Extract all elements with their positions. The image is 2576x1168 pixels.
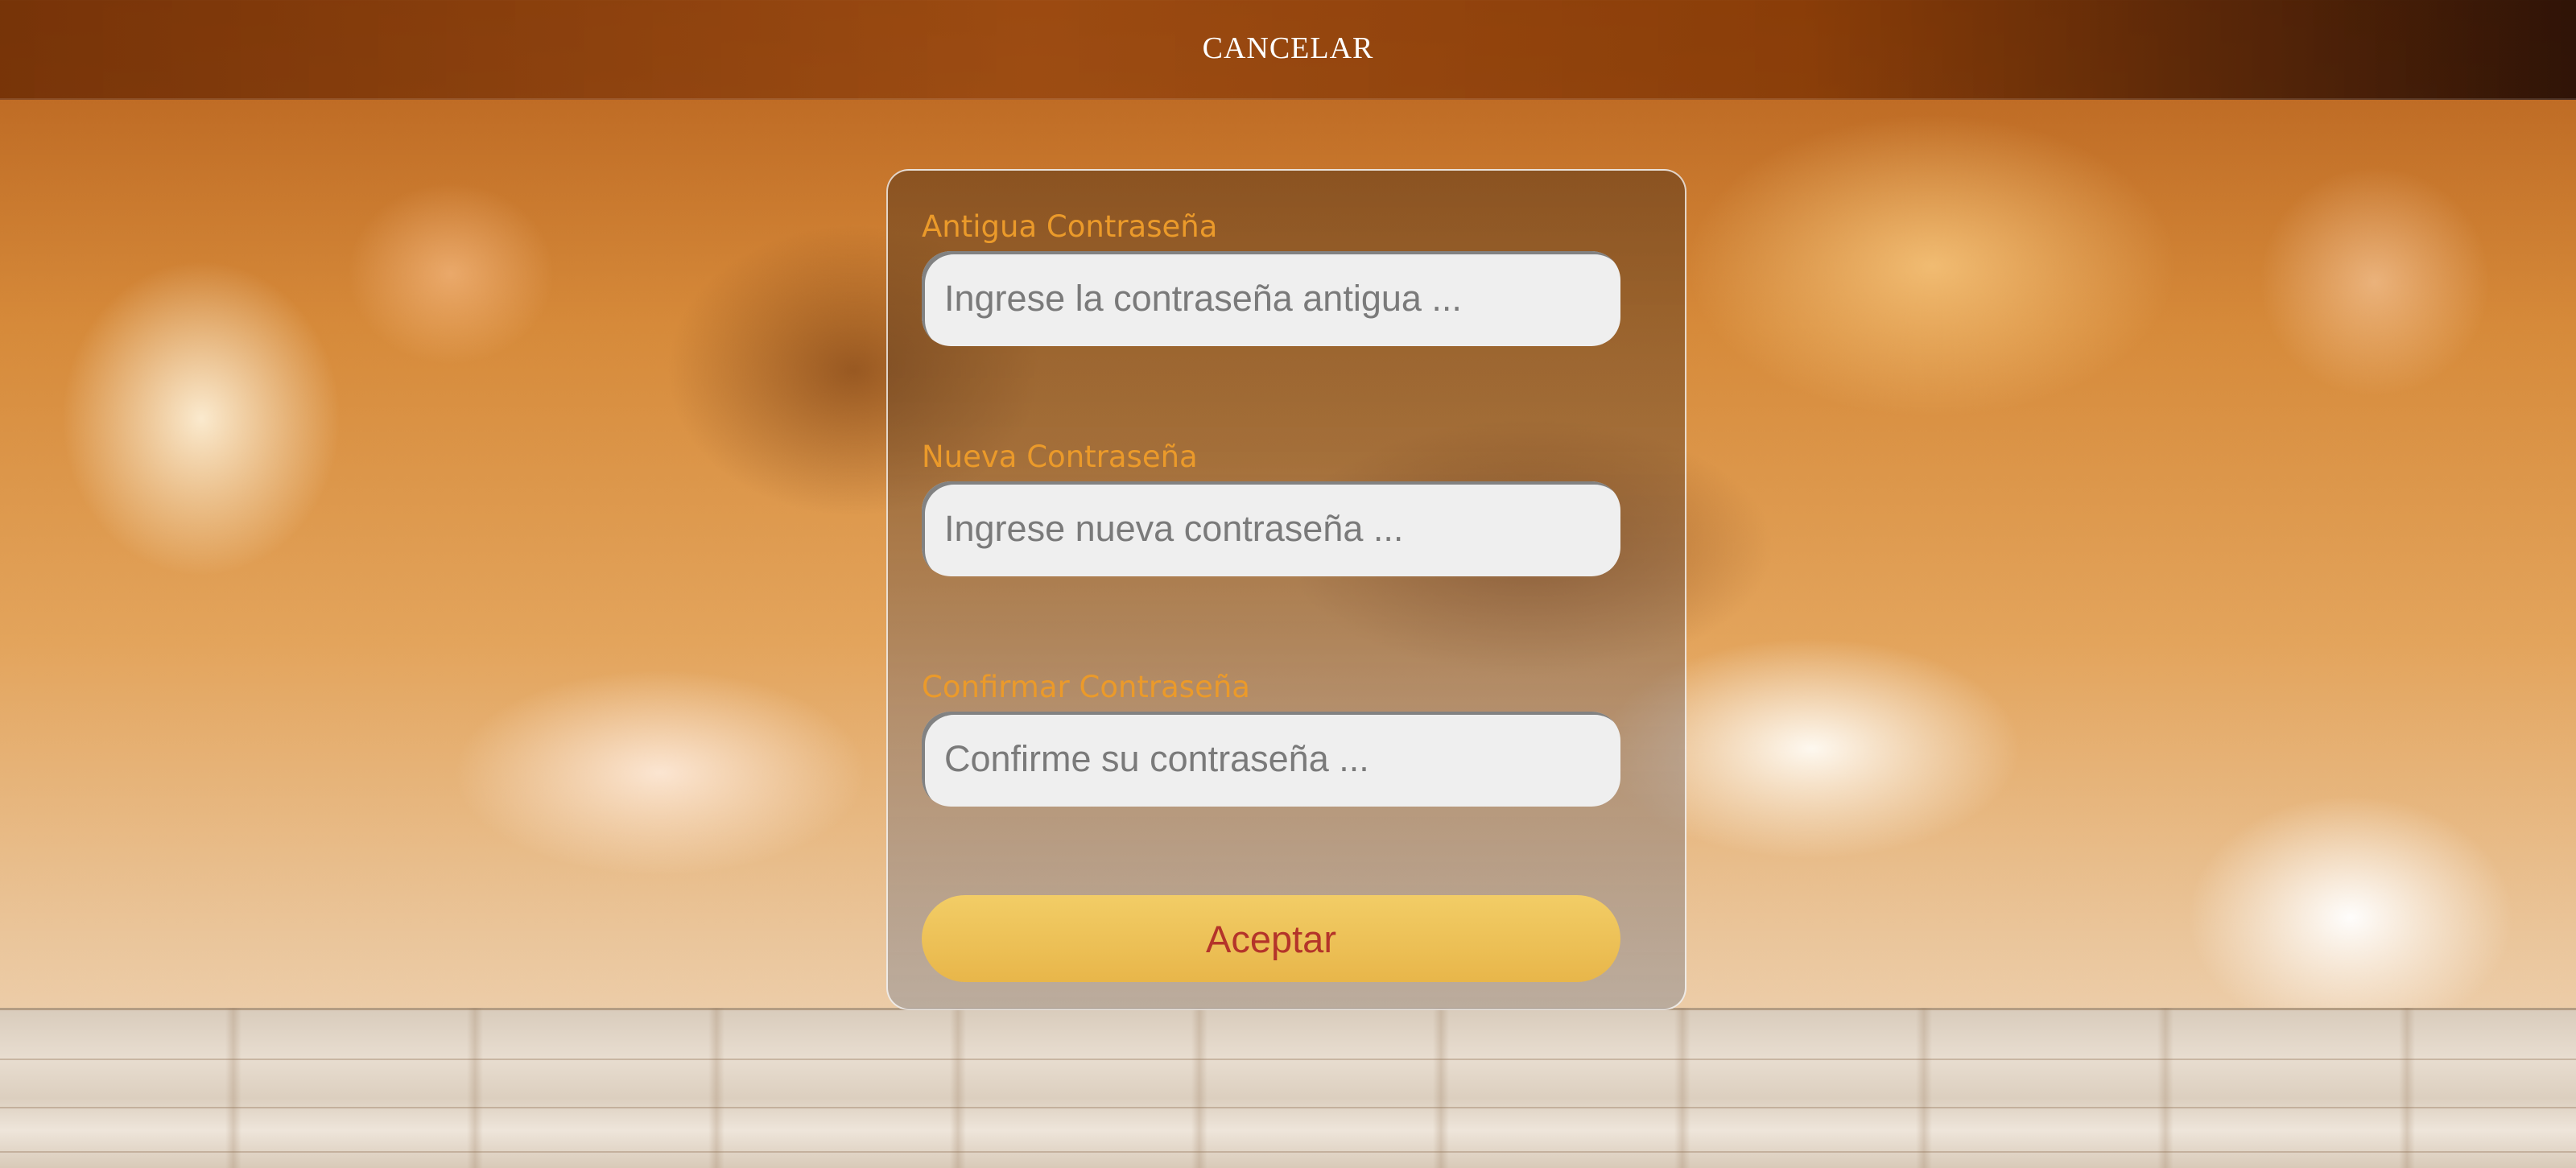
floor-plank-line	[0, 1059, 2576, 1060]
floor-plank-line	[0, 1151, 2576, 1153]
accept-button[interactable]: Aceptar	[922, 895, 1620, 982]
confirm-password-input[interactable]	[922, 712, 1620, 807]
wooden-floor-background	[0, 1008, 2576, 1168]
old-password-label: Antigua Contraseña	[922, 209, 1218, 244]
floor-plank-line	[0, 1107, 2576, 1108]
old-password-input[interactable]	[922, 251, 1620, 346]
confirm-password-label: Confirmar Contraseña	[922, 670, 1250, 704]
new-password-input[interactable]	[922, 481, 1620, 576]
change-password-card: Antigua Contraseña Nueva Contraseña Conf…	[886, 169, 1686, 1010]
cancel-link[interactable]: CANCELAR	[0, 31, 2576, 66]
top-bar: CANCELAR	[0, 0, 2576, 100]
new-password-label: Nueva Contraseña	[922, 440, 1198, 474]
